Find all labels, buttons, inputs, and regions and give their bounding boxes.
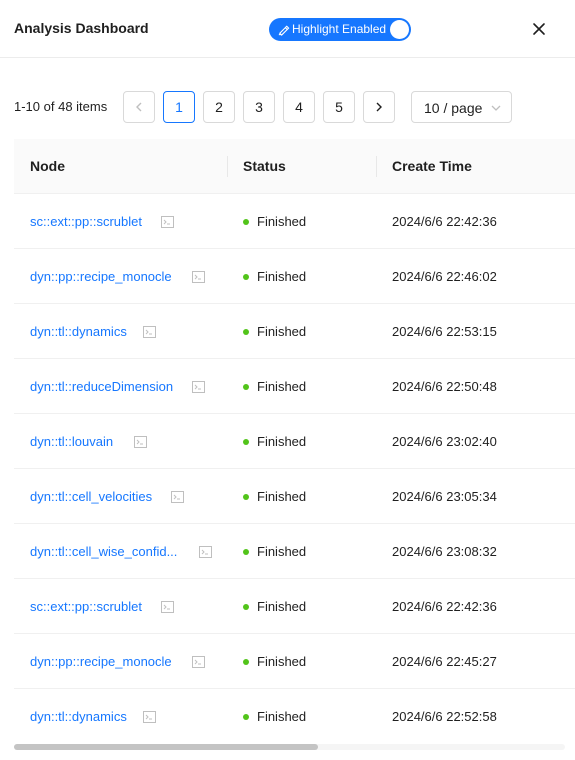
status-dot — [243, 659, 249, 665]
scrollbar-thumb[interactable] — [14, 744, 318, 750]
terminal-icon[interactable] — [161, 600, 174, 613]
table-row: dyn::tl::louvain Finished 2024/6/6 23:02:4… — [14, 414, 575, 469]
column-divider — [376, 156, 377, 177]
page-button-1[interactable]: 1 — [163, 91, 195, 123]
terminal-icon[interactable] — [143, 325, 156, 338]
page-title: Analysis Dashboard — [14, 20, 149, 36]
terminal-icon[interactable] — [192, 380, 205, 393]
create-time: 2024/6/6 22:46:02 — [392, 269, 497, 284]
terminal-icon[interactable] — [192, 655, 205, 668]
status-text: Finished — [257, 709, 307, 724]
horizontal-scrollbar[interactable] — [14, 744, 565, 750]
status-dot — [243, 274, 249, 280]
create-time: 2024/6/6 22:42:36 — [392, 599, 497, 614]
status-text: Finished — [257, 599, 307, 614]
dashboard-header: Analysis Dashboard Highlight Enabled — [0, 0, 575, 58]
table-row: dyn::tl::cell_wise_confid... Finished 2024… — [14, 524, 575, 579]
page-button-4[interactable]: 4 — [283, 91, 315, 123]
table-row: sc::ext::pp::scrublet Finished 2024/6/6 22… — [14, 579, 575, 634]
create-time: 2024/6/6 22:42:36 — [392, 214, 497, 229]
chevron-down-icon — [491, 105, 501, 111]
jobs-table: Node Status Create Time sc::ext::pp::scr… — [14, 139, 575, 743]
status-text: Finished — [257, 324, 307, 339]
create-time: 2024/6/6 22:50:48 — [392, 379, 497, 394]
create-time: 2024/6/6 23:05:34 — [392, 489, 497, 504]
status-text: Finished — [257, 654, 307, 669]
terminal-icon[interactable] — [161, 215, 174, 228]
page-button-5[interactable]: 5 — [323, 91, 355, 123]
table-row: dyn::tl::cell_velocities Finished 2024/6/6… — [14, 469, 575, 524]
node-link[interactable]: dyn::tl::dynamics — [30, 709, 127, 724]
page-size-value: 10 / page — [424, 100, 483, 116]
status-dot — [243, 329, 249, 335]
close-icon[interactable] — [530, 20, 548, 38]
terminal-icon[interactable] — [192, 270, 205, 283]
column-header-status: Status — [243, 158, 286, 174]
highlight-toggle-label: Highlight Enabled — [292, 22, 387, 36]
page-size-select[interactable]: 10 / page — [411, 91, 512, 123]
status-dot — [243, 439, 249, 445]
column-header-node: Node — [30, 158, 65, 174]
status-text: Finished — [257, 544, 307, 559]
terminal-icon[interactable] — [199, 545, 212, 558]
node-link[interactable]: dyn::pp::recipe_monocle — [30, 654, 172, 669]
page-button-2[interactable]: 2 — [203, 91, 235, 123]
create-time: 2024/6/6 22:53:15 — [392, 324, 497, 339]
page-button-3[interactable]: 3 — [243, 91, 275, 123]
table-header: Node Status Create Time — [14, 139, 575, 194]
chevron-right-icon — [376, 102, 382, 112]
status-text: Finished — [257, 269, 307, 284]
toggle-knob — [390, 20, 409, 39]
table-row: dyn::pp::recipe_monocle Finished 2024/6/6 … — [14, 249, 575, 304]
status-text: Finished — [257, 489, 307, 504]
status-text: Finished — [257, 214, 307, 229]
node-link[interactable]: dyn::pp::recipe_monocle — [30, 269, 172, 284]
pagination-total: 1-10 of 48 items — [14, 99, 108, 114]
create-time: 2024/6/6 22:52:58 — [392, 709, 497, 724]
table-row: sc::ext::pp::scrublet Finished 2024/6/6 22… — [14, 194, 575, 249]
node-link[interactable]: sc::ext::pp::scrublet — [30, 599, 142, 614]
table-row: dyn::tl::reduceDimension Finished 2024/6/6… — [14, 359, 575, 414]
status-dot — [243, 549, 249, 555]
status-dot — [243, 494, 249, 500]
node-link[interactable]: dyn::tl::dynamics — [30, 324, 127, 339]
status-dot — [243, 714, 249, 720]
status-text: Finished — [257, 434, 307, 449]
column-divider — [227, 156, 228, 177]
status-text: Finished — [257, 379, 307, 394]
highlight-toggle[interactable]: Highlight Enabled — [269, 18, 411, 41]
next-page-button[interactable] — [363, 91, 395, 123]
node-link[interactable]: dyn::tl::louvain — [30, 434, 113, 449]
create-time: 2024/6/6 23:08:32 — [392, 544, 497, 559]
create-time: 2024/6/6 22:45:27 — [392, 654, 497, 669]
node-link[interactable]: dyn::tl::cell_velocities — [30, 489, 152, 504]
pagination: 1-10 of 48 items 1 2 3 4 5 10 / page — [0, 91, 575, 123]
status-dot — [243, 604, 249, 610]
terminal-icon[interactable] — [134, 435, 147, 448]
status-dot — [243, 219, 249, 225]
node-link[interactable]: dyn::tl::reduceDimension — [30, 379, 173, 394]
column-header-create-time: Create Time — [392, 158, 472, 174]
table-row: dyn::tl::dynamics Finished 2024/6/6 22:53:… — [14, 304, 575, 359]
node-link[interactable]: sc::ext::pp::scrublet — [30, 214, 142, 229]
node-link[interactable]: dyn::tl::cell_wise_confid... — [30, 544, 177, 559]
table-row: dyn::tl::dynamics Finished 2024/6/6 22:52:… — [14, 689, 575, 743]
prev-page-button[interactable] — [123, 91, 155, 123]
highlighter-icon — [278, 25, 290, 36]
status-dot — [243, 384, 249, 390]
terminal-icon[interactable] — [143, 710, 156, 723]
create-time: 2024/6/6 23:02:40 — [392, 434, 497, 449]
chevron-left-icon — [136, 102, 142, 112]
table-row: dyn::pp::recipe_monocle Finished 2024/6/6 … — [14, 634, 575, 689]
terminal-icon[interactable] — [171, 490, 184, 503]
